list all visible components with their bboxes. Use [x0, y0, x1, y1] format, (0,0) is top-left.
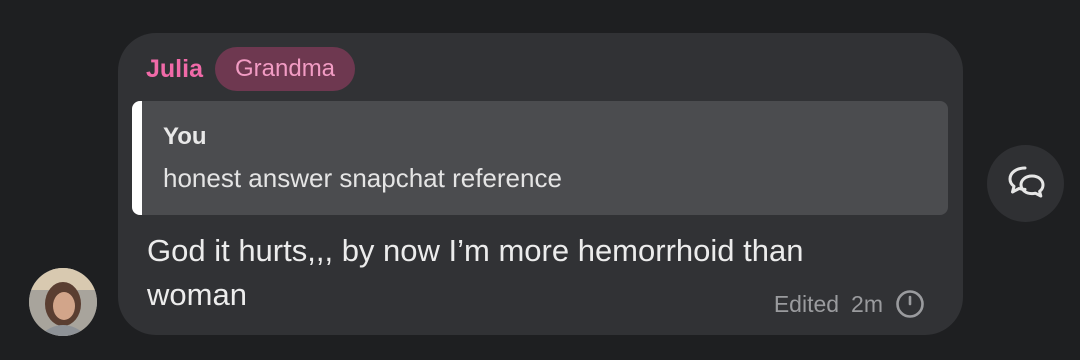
- timestamp: 2m: [851, 290, 883, 317]
- edited-label: Edited: [773, 290, 840, 317]
- speech-bubbles-icon: [1004, 159, 1048, 208]
- message-bubble[interactable]: Julia Grandma You honest answer snapchat…: [118, 33, 963, 335]
- chat-view: Julia Grandma You honest answer snapchat…: [0, 0, 1080, 360]
- message-header: Julia Grandma: [146, 47, 356, 91]
- avatar[interactable]: [29, 268, 97, 336]
- clock-icon: [895, 289, 925, 319]
- sender-name[interactable]: Julia: [146, 55, 203, 84]
- quoted-message[interactable]: You honest answer snapchat reference: [132, 101, 948, 215]
- message-meta: Edited 2m: [774, 289, 925, 319]
- quoted-author: You: [163, 123, 207, 150]
- quoted-text: honest answer snapchat reference: [163, 163, 562, 193]
- reply-thread-button[interactable]: [987, 145, 1064, 222]
- avatar-image: [29, 268, 97, 336]
- quote-indicator-bar: [132, 101, 142, 215]
- role-badge: Grandma: [214, 47, 356, 91]
